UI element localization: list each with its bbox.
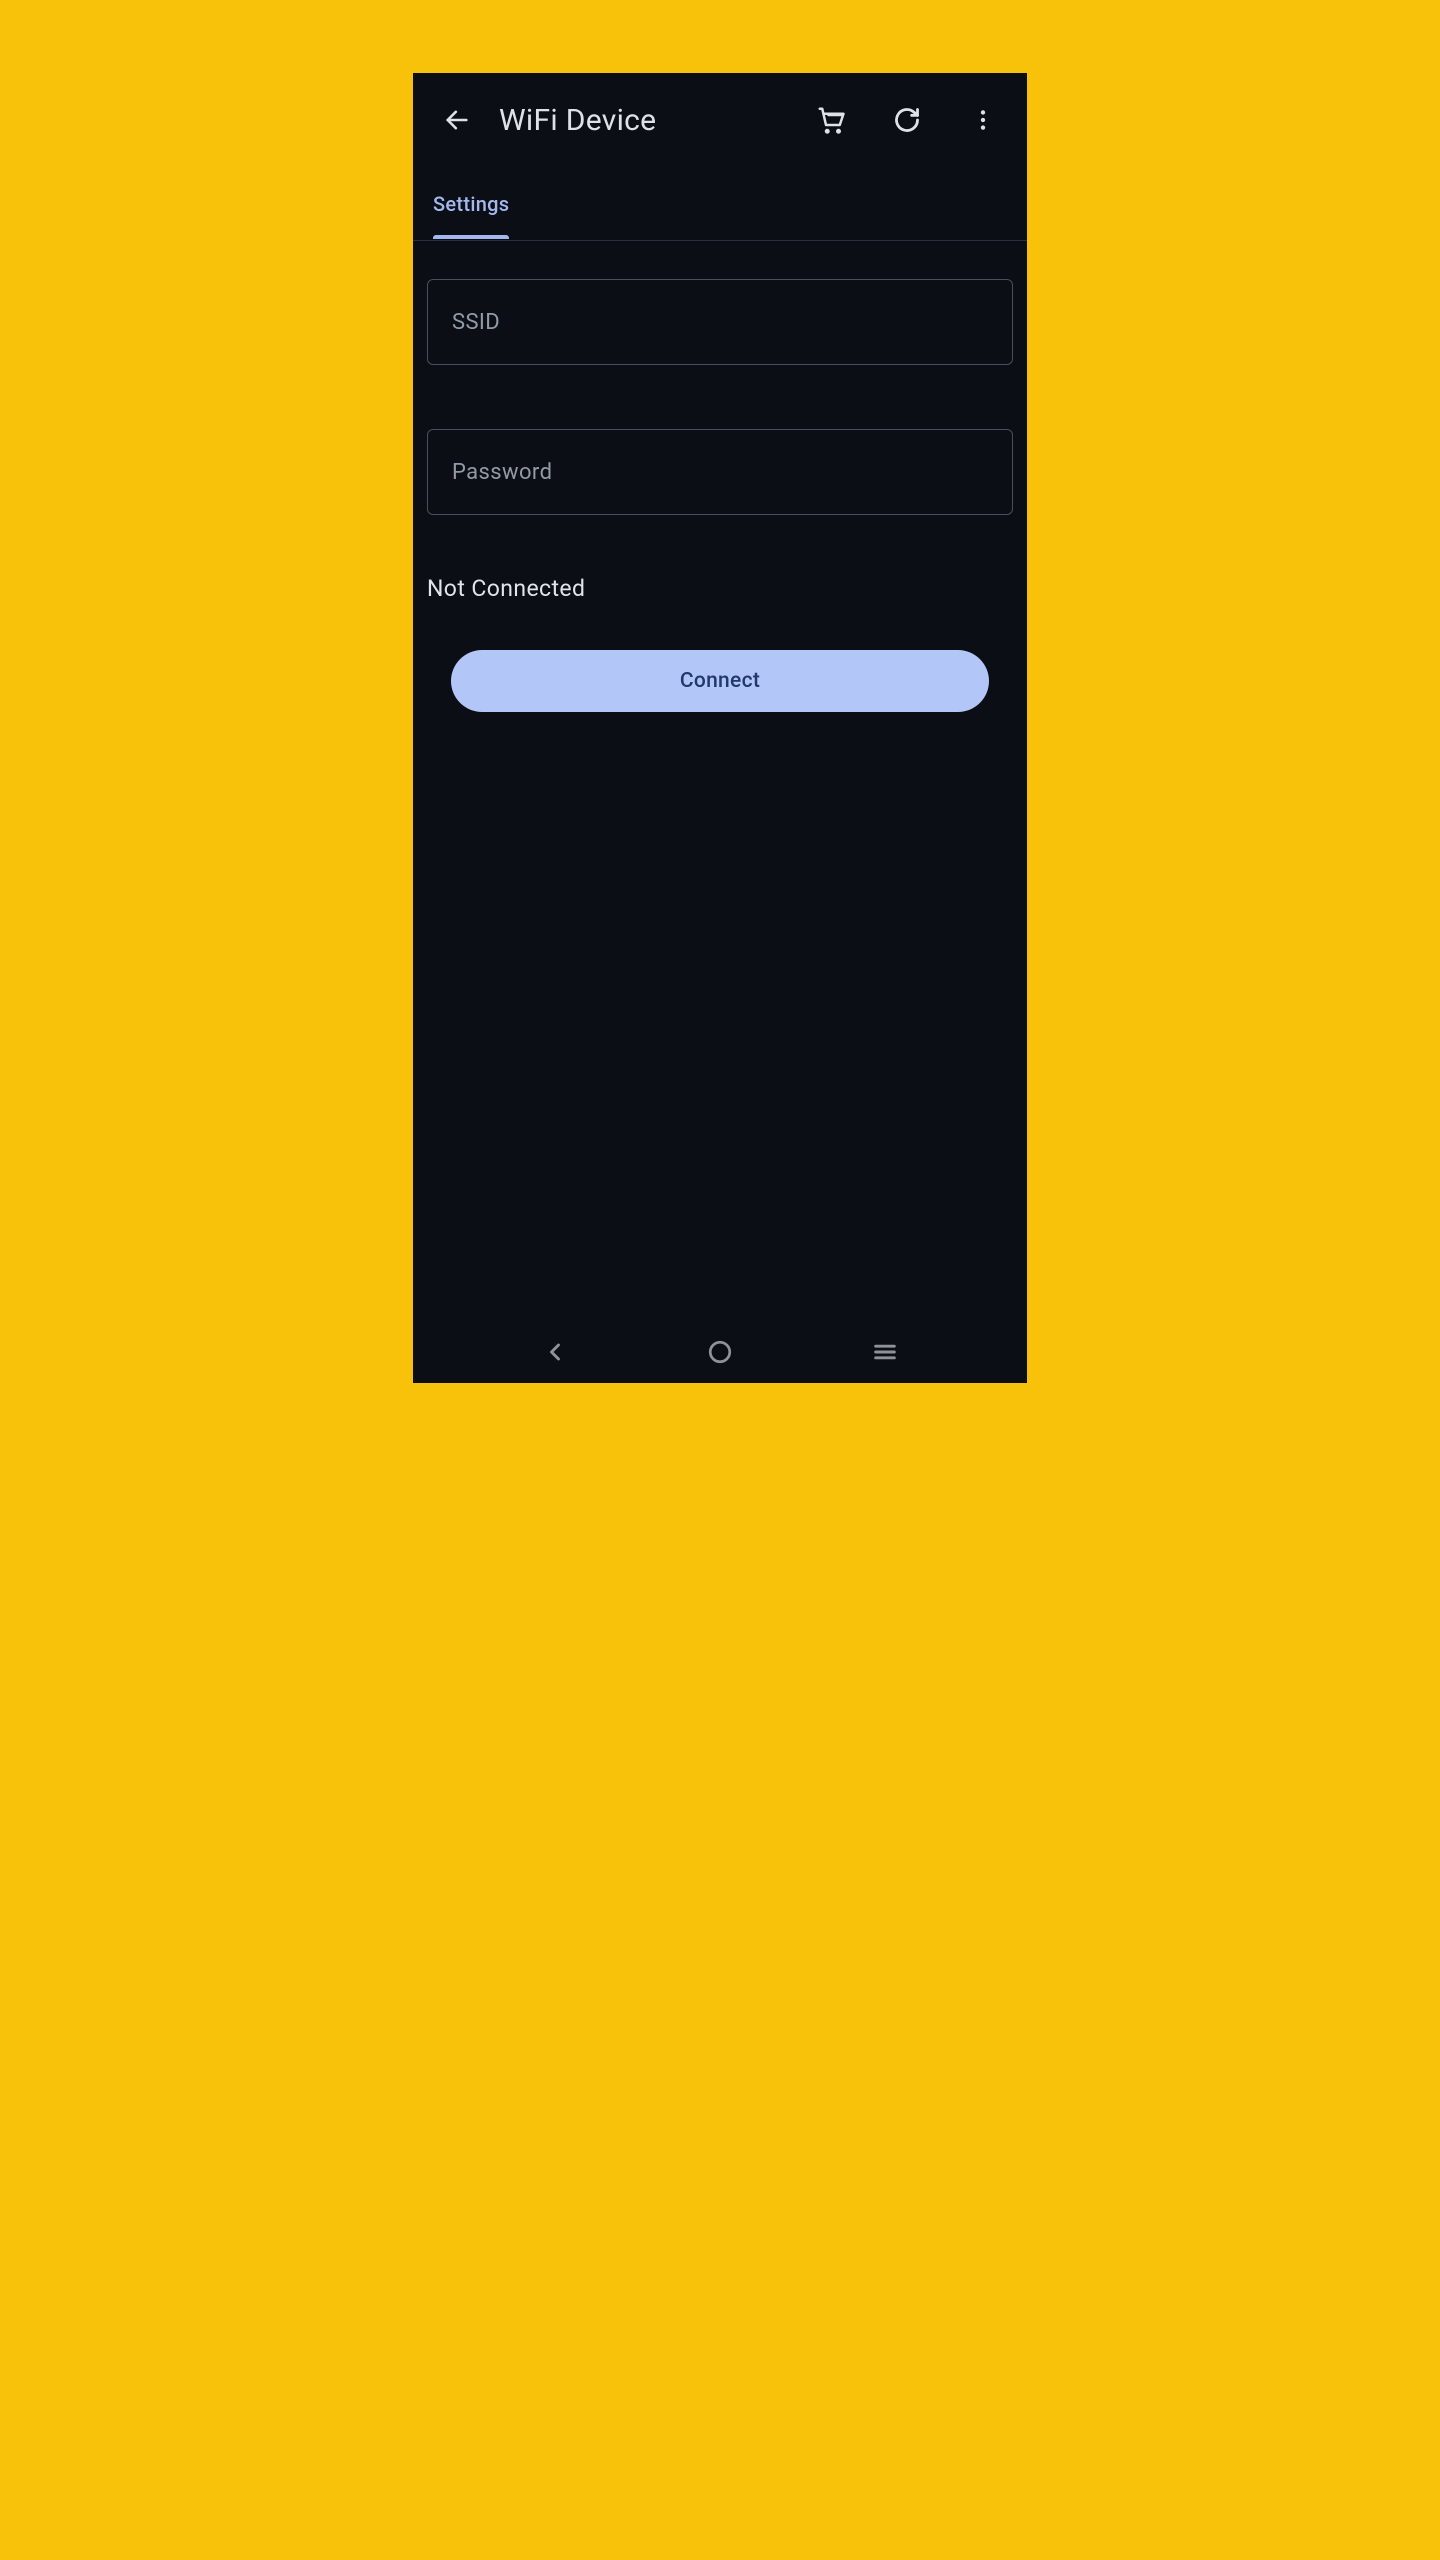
nav-recent-button[interactable] xyxy=(855,1328,915,1376)
tab-bar: Settings xyxy=(413,167,1027,241)
password-input[interactable] xyxy=(452,460,988,485)
content-area: Not Connected Connect xyxy=(413,241,1027,1321)
nav-home-button[interactable] xyxy=(690,1328,750,1376)
more-button[interactable] xyxy=(959,96,1007,144)
circle-icon xyxy=(707,1339,733,1365)
ssid-input[interactable] xyxy=(452,310,988,335)
nav-back-button[interactable] xyxy=(525,1328,585,1376)
connect-button[interactable]: Connect xyxy=(451,650,989,712)
shopping-cart-icon xyxy=(816,105,846,135)
refresh-button[interactable] xyxy=(883,96,931,144)
more-vertical-icon xyxy=(970,107,996,133)
connection-status: Not Connected xyxy=(427,575,1013,602)
back-button[interactable] xyxy=(433,96,481,144)
tab-settings[interactable]: Settings xyxy=(433,170,509,238)
page-title: WiFi Device xyxy=(499,103,807,138)
app-bar: WiFi Device xyxy=(413,73,1027,167)
system-nav-bar xyxy=(413,1321,1027,1383)
ssid-input-wrapper xyxy=(427,279,1013,365)
refresh-icon xyxy=(893,106,921,134)
action-icons xyxy=(807,96,1007,144)
arrow-left-icon xyxy=(443,106,471,134)
menu-icon xyxy=(871,1338,899,1366)
password-input-wrapper xyxy=(427,429,1013,515)
cart-button[interactable] xyxy=(807,96,855,144)
phone-screen: WiFi Device xyxy=(413,73,1027,1383)
chevron-left-icon xyxy=(541,1338,569,1366)
